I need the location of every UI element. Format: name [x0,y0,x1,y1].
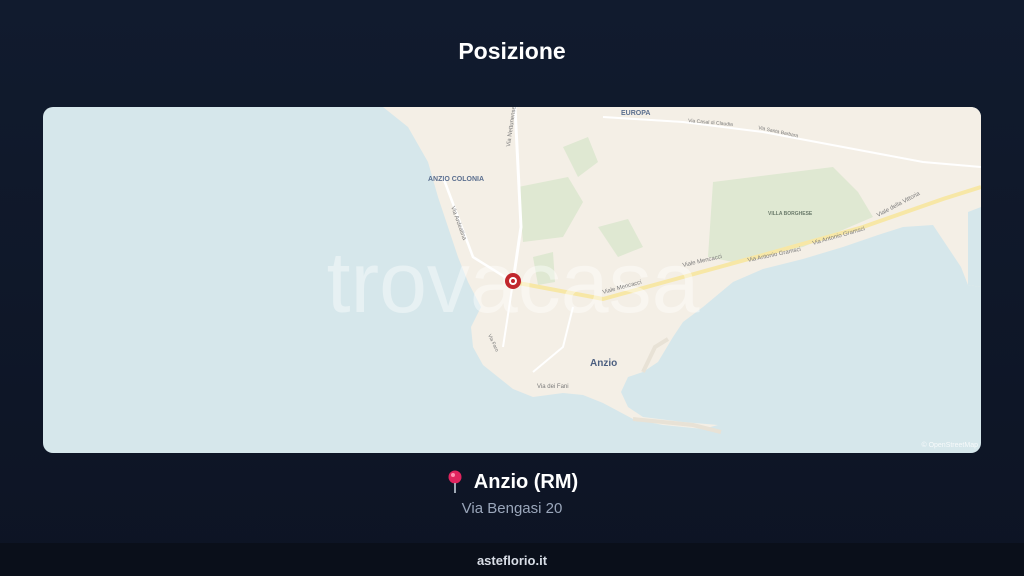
location-heading: Anzio (RM) [0,470,1024,499]
map-label-europa: EUROPA [621,110,650,117]
location-city: Anzio (RM) [473,470,579,493]
location-marker[interactable] [505,273,521,289]
map-pin-icon [448,470,462,493]
footer: asteflorio.it [0,543,1024,576]
location-street: Via Bengasi 20 [461,500,563,517]
map-label-via-dei-fani: Via dei Fani [537,384,569,390]
footer-site: asteflorio.it [476,553,548,568]
map-attribution[interactable]: © OpenStreetMap [921,441,978,449]
map-canvas: trovacasa EUROPA ANZIO COLONIA VILLA BOR… [327,107,981,449]
map-label-anzio-colonia: ANZIO COLONIA [428,176,484,183]
map-label-anzio: Anzio [590,358,617,369]
page-title: Posizione [458,38,566,64]
map-label-villa-borghese: VILLA BORGHESE [768,211,813,217]
location-map[interactable]: trovacasa EUROPA ANZIO COLONIA VILLA BOR… [43,107,981,453]
